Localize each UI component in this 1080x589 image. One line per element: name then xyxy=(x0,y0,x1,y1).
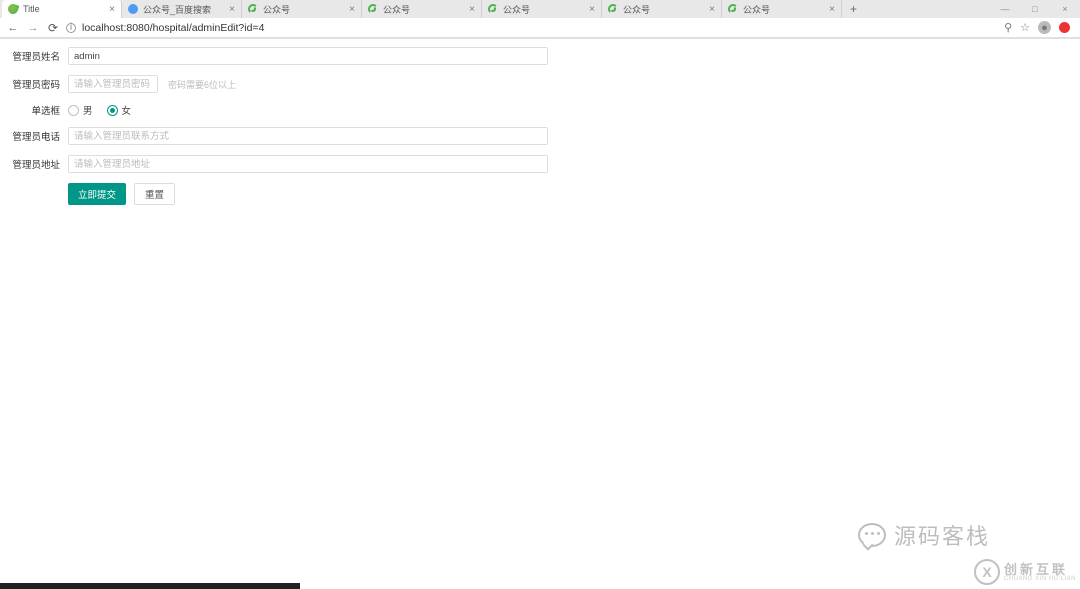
reset-button[interactable]: 重置 xyxy=(134,183,175,205)
extension-icon[interactable] xyxy=(1059,22,1070,33)
swirl-icon xyxy=(728,4,738,14)
tab-label: Title xyxy=(23,4,105,14)
address-bar: ← → ⟳ i localhost:8080/hospital/adminEdi… xyxy=(0,18,1080,38)
close-icon[interactable]: × xyxy=(709,4,715,15)
name-input[interactable] xyxy=(68,47,548,65)
tab-label: 公众号 xyxy=(263,3,345,16)
leaf-icon xyxy=(7,3,20,16)
row-password: 管理员密码 密码需要6位以上 xyxy=(10,75,1070,93)
back-button[interactable]: ← xyxy=(6,22,20,34)
company-watermark: X 创新互联 CHUANG XIN HU LIAN xyxy=(974,559,1076,585)
tab-gzh-4[interactable]: 公众号 × xyxy=(602,0,722,18)
radio-male[interactable]: 男 xyxy=(68,103,93,117)
logo-cn: 创新互联 xyxy=(1004,563,1076,576)
tab-baidu[interactable]: 公众号_百度搜索 × xyxy=(122,0,242,18)
close-icon[interactable]: × xyxy=(109,4,115,15)
watermark-text: 源码客栈 xyxy=(894,519,990,551)
wechat-watermark: 源码客栈 xyxy=(858,519,990,551)
phone-label: 管理员电话 xyxy=(10,129,60,143)
row-radio: 单选框 男 女 xyxy=(10,103,1070,117)
password-hint: 密码需要6位以上 xyxy=(168,78,236,91)
tab-label: 公众号 xyxy=(383,3,465,16)
address-input[interactable] xyxy=(68,155,548,173)
browser-chrome: — □ × Title × 公众号_百度搜索 × 公众号 × 公众号 × 公众号… xyxy=(0,0,1080,39)
gear-icon xyxy=(128,4,138,14)
taskbar-fragment xyxy=(0,583,300,589)
row-address: 管理员地址 xyxy=(10,155,1070,173)
close-icon[interactable]: × xyxy=(589,4,595,15)
button-row: 立即提交 重置 xyxy=(10,183,1070,205)
close-icon[interactable]: × xyxy=(829,4,835,15)
swirl-icon xyxy=(248,4,258,14)
forward-button[interactable]: → xyxy=(26,22,40,34)
chat-bubble-icon xyxy=(858,523,886,547)
address-label: 管理员地址 xyxy=(10,157,60,171)
profile-avatar-icon[interactable]: ● xyxy=(1038,21,1051,34)
tab-title[interactable]: Title × xyxy=(2,0,122,18)
close-icon[interactable]: × xyxy=(229,4,235,15)
tab-label: 公众号_百度搜索 xyxy=(143,3,225,16)
admin-edit-form: 管理员姓名 管理员密码 密码需要6位以上 单选框 男 女 管理员电话 管理员地址… xyxy=(0,39,1080,213)
radio-text: 男 xyxy=(83,103,93,117)
close-window-button[interactable]: × xyxy=(1050,0,1080,18)
bookmark-star-icon[interactable]: ☆ xyxy=(1020,21,1030,34)
tab-gzh-5[interactable]: 公众号 × xyxy=(722,0,842,18)
minimize-button[interactable]: — xyxy=(990,0,1020,18)
tab-gzh-1[interactable]: 公众号 × xyxy=(242,0,362,18)
reload-button[interactable]: ⟳ xyxy=(46,21,60,35)
window-controls: — □ × xyxy=(990,0,1080,18)
search-icon[interactable]: ⚲ xyxy=(1004,21,1012,34)
swirl-icon xyxy=(608,4,618,14)
site-info-icon[interactable]: i xyxy=(66,23,76,33)
radio-female[interactable]: 女 xyxy=(107,103,132,117)
row-phone: 管理员电话 xyxy=(10,127,1070,145)
swirl-icon xyxy=(368,4,378,14)
swirl-icon xyxy=(488,4,498,14)
maximize-button[interactable]: □ xyxy=(1020,0,1050,18)
row-name: 管理员姓名 xyxy=(10,47,1070,65)
submit-button[interactable]: 立即提交 xyxy=(68,183,126,205)
tab-label: 公众号 xyxy=(623,3,705,16)
close-icon[interactable]: × xyxy=(349,4,355,15)
tab-label: 公众号 xyxy=(503,3,585,16)
radio-text: 女 xyxy=(122,103,132,117)
logo-en: CHUANG XIN HU LIAN xyxy=(1004,576,1076,582)
tab-label: 公众号 xyxy=(743,3,825,16)
radio-icon xyxy=(107,105,118,116)
password-input[interactable] xyxy=(68,75,158,93)
radio-label: 单选框 xyxy=(10,103,60,117)
password-label: 管理员密码 xyxy=(10,77,60,91)
toolbar-right: ⚲ ☆ ● xyxy=(1004,21,1074,34)
logo-mark-icon: X xyxy=(974,559,1000,585)
tab-gzh-3[interactable]: 公众号 × xyxy=(482,0,602,18)
logo-text: 创新互联 CHUANG XIN HU LIAN xyxy=(1004,563,1076,582)
radio-icon xyxy=(68,105,79,116)
tab-gzh-2[interactable]: 公众号 × xyxy=(362,0,482,18)
new-tab-button[interactable]: + xyxy=(842,0,865,18)
phone-input[interactable] xyxy=(68,127,548,145)
close-icon[interactable]: × xyxy=(469,4,475,15)
name-label: 管理员姓名 xyxy=(10,49,60,63)
gender-radio-group: 男 女 xyxy=(68,103,131,117)
url-input[interactable]: localhost:8080/hospital/adminEdit?id=4 xyxy=(82,22,998,34)
tab-strip: Title × 公众号_百度搜索 × 公众号 × 公众号 × 公众号 × 公众号… xyxy=(0,0,1080,18)
